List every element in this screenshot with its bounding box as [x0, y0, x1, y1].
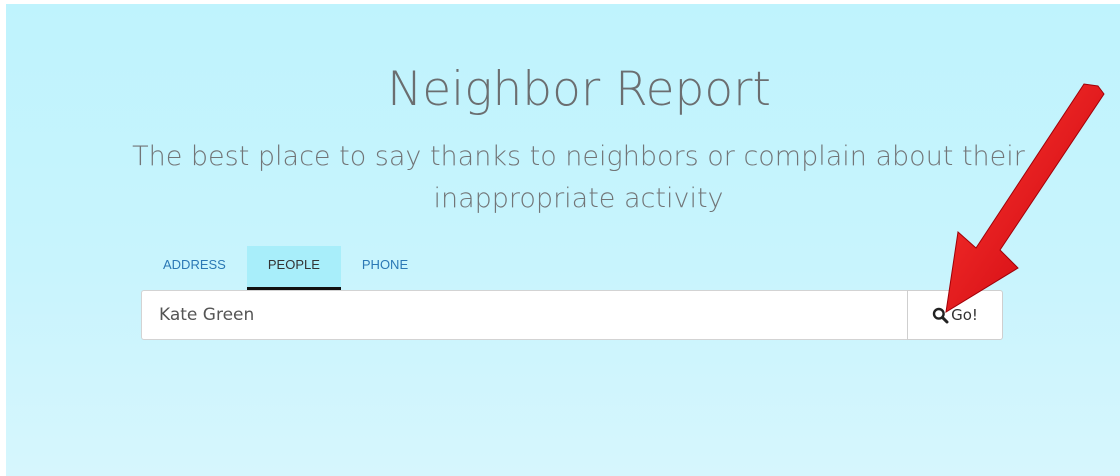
tab-address[interactable]: ADDRESS	[142, 246, 247, 288]
search-icon	[932, 307, 949, 323]
page-title: Neighbor Report	[387, 62, 771, 117]
search-form: Go!	[141, 290, 1003, 340]
search-input[interactable]	[141, 290, 907, 340]
go-button[interactable]: Go!	[907, 290, 1003, 340]
go-button-label: Go!	[951, 306, 978, 324]
page-subtitle: The best place to say thanks to neighbor…	[132, 141, 1025, 214]
page-background: Neighbor Report The best place to say th…	[6, 4, 1120, 476]
search-type-tabs: ADDRESS PEOPLE PHONE	[142, 246, 429, 290]
tab-phone[interactable]: PHONE	[341, 246, 429, 288]
tab-people[interactable]: PEOPLE	[246, 246, 341, 290]
